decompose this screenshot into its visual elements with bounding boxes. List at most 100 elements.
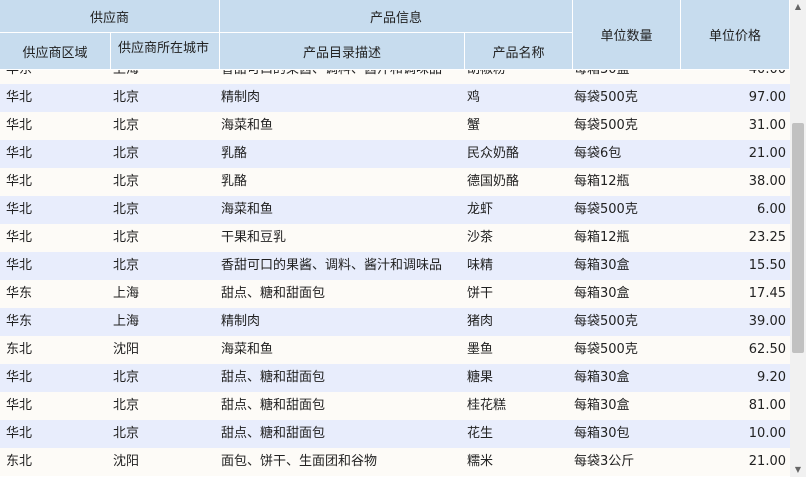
header-supplier-region[interactable]: 供应商区域: [0, 33, 111, 70]
cell-unit-qty: 每箱30包: [574, 426, 630, 441]
cell-region: 华北: [6, 90, 33, 105]
vertical-scrollbar[interactable]: ▲ ▼: [790, 0, 806, 477]
cell-unit-price: 39.00: [748, 314, 786, 329]
cell-region: 华北: [6, 118, 33, 133]
cell-unit-price: 15.50: [748, 258, 786, 273]
cell-city: 上海: [113, 286, 140, 301]
cell-unit-price: 40.00: [681, 70, 786, 84]
cell-unit-price: 21.00: [748, 146, 786, 161]
cell-product: 猪肉: [467, 314, 494, 329]
table-row[interactable]: 华北 北京 甜点、糖和甜面包 花生 每箱30包 10.00: [0, 420, 790, 448]
cell-region: 东北: [6, 342, 33, 357]
cell-category: 甜点、糖和甜面包: [221, 370, 326, 385]
cell-city: 上海: [113, 314, 140, 329]
cell-region: 华北: [6, 146, 33, 161]
cell-unit-qty: 每袋500克: [574, 314, 638, 329]
cell-region: 华北: [6, 230, 33, 245]
cell-unit-price: 81.00: [748, 398, 786, 413]
cell-city: 北京: [113, 174, 140, 189]
cell-category: 海菜和鱼: [221, 342, 274, 357]
cell-unit-price: 21.00: [748, 454, 786, 469]
cell-unit-qty: 每袋500克: [574, 118, 638, 133]
cell-unit-price: 31.00: [748, 118, 786, 133]
header-group-product[interactable]: 产品信息: [220, 0, 573, 33]
table-row[interactable]: 东北 沈阳 海菜和鱼 墨鱼 每袋500克 62.50: [0, 336, 790, 364]
data-grid: 供应商 产品信息 供应商区域 供应商所在城市 产品目录描述 产品名称 单位数量 …: [0, 0, 806, 477]
cell-unit-price: 17.45: [748, 286, 786, 301]
header-product-name[interactable]: 产品名称: [465, 33, 573, 70]
table-row[interactable]: 东北 沈阳 面包、饼干、生面团和谷物 糯米 每袋3公斤 21.00: [0, 448, 790, 476]
scroll-up-arrow-icon[interactable]: ▲: [790, 0, 806, 14]
cell-region: 华北: [6, 202, 33, 217]
cell-region: 华东: [6, 70, 106, 84]
cell-city: 北京: [113, 202, 140, 217]
cell-city: 北京: [113, 146, 140, 161]
cell-product: 民众奶酪: [467, 146, 520, 161]
cell-city: 北京: [113, 258, 140, 273]
cell-city: 北京: [113, 426, 140, 441]
cell-category: 乳酪: [221, 146, 248, 161]
header-group-supplier[interactable]: 供应商: [0, 0, 220, 33]
cell-unit-qty: 每箱30盒: [574, 70, 674, 84]
cell-category: 甜点、糖和甜面包: [221, 286, 326, 301]
cell-product: 沙茶: [467, 230, 494, 245]
table-row[interactable]: 华北 北京 乳酪 民众奶酪 每袋6包 21.00: [0, 140, 790, 168]
table-row[interactable]: 华北 北京 干果和豆乳 沙茶 每箱12瓶 23.25: [0, 224, 790, 252]
cell-category: 海菜和鱼: [221, 202, 274, 217]
cell-product: 鸡: [467, 90, 481, 105]
table-row[interactable]: 华东 上海 甜点、糖和甜面包 饼干 每箱30盒 17.45: [0, 280, 790, 308]
cell-category: 甜点、糖和甜面包: [221, 398, 326, 413]
cell-category: 精制肉: [221, 90, 261, 105]
table-row[interactable]: 华北 北京 精制肉 鸡 每袋500克 97.00: [0, 84, 790, 112]
cell-city: 沈阳: [113, 454, 140, 469]
grid-rows: 华东上海香甜可口的果酱、调料、酱汁和调味品胡椒粉每箱30盒40.00华北北京精制…: [0, 70, 790, 476]
header-category-desc[interactable]: 产品目录描述: [220, 33, 465, 70]
cell-unit-price: 10.00: [748, 426, 786, 441]
cell-unit-price: 23.25: [748, 230, 786, 245]
table-row[interactable]: 华北 北京 海菜和鱼 蟹 每袋500克 31.00: [0, 112, 790, 140]
cell-city: 北京: [113, 90, 140, 105]
cell-unit-qty: 每袋500克: [574, 342, 638, 357]
cell-unit-qty: 每袋500克: [574, 90, 638, 105]
cell-product: 墨鱼: [467, 342, 494, 357]
cell-unit-qty: 每袋3公斤: [574, 454, 635, 469]
cell-unit-qty: 每箱30盒: [574, 370, 630, 385]
cell-unit-qty: 每箱30盒: [574, 398, 630, 413]
cell-region: 华北: [6, 258, 33, 273]
table-row[interactable]: 华北 北京 甜点、糖和甜面包 桂花糕 每箱30盒 81.00: [0, 392, 790, 420]
cell-region: 华北: [6, 370, 33, 385]
table-row[interactable]: 华东 上海 精制肉 猪肉 每袋500克 39.00: [0, 308, 790, 336]
cell-region: 东北: [6, 454, 33, 469]
table-row[interactable]: 华北 北京 甜点、糖和甜面包 糖果 每箱30盒 9.20: [0, 364, 790, 392]
cell-product: 蟹: [467, 118, 481, 133]
cell-region: 华北: [6, 174, 33, 189]
table-row[interactable]: 华东上海香甜可口的果酱、调料、酱汁和调味品胡椒粉每箱30盒 40.00: [0, 70, 790, 84]
grid-body: 华东上海香甜可口的果酱、调料、酱汁和调味品胡椒粉每箱30盒40.00华北北京精制…: [0, 70, 790, 477]
scroll-down-arrow-icon[interactable]: ▼: [790, 463, 806, 477]
cell-product: 龙虾: [467, 202, 494, 217]
table-row[interactable]: 华北 北京 香甜可口的果酱、调料、酱汁和调味品 味精 每箱30盒 15.50: [0, 252, 790, 280]
header-unit-qty[interactable]: 单位数量: [573, 0, 681, 70]
cell-region: 华北: [6, 398, 33, 413]
table-row[interactable]: 华北 北京 海菜和鱼 龙虾 每袋500克 6.00: [0, 196, 790, 224]
cell-unit-price: 6.00: [757, 202, 786, 217]
cell-category: 面包、饼干、生面团和谷物: [221, 454, 378, 469]
cell-city: 上海: [113, 70, 213, 84]
cell-category: 香甜可口的果酱、调料、酱汁和调味品: [221, 258, 443, 273]
cell-category: 乳酪: [221, 174, 248, 189]
cell-product: 饼干: [467, 286, 494, 301]
cell-city: 沈阳: [113, 342, 140, 357]
cell-product: 糖果: [467, 370, 494, 385]
cell-unit-price: 9.20: [757, 370, 786, 385]
table-row[interactable]: 华北 北京 乳酪 德国奶酪 每箱12瓶 38.00: [0, 168, 790, 196]
cell-product: 胡椒粉: [467, 70, 567, 84]
header-unit-price[interactable]: 单位价格: [681, 0, 790, 70]
cell-unit-price: 38.00: [748, 174, 786, 189]
cell-product: 味精: [467, 258, 494, 273]
scrollbar-thumb[interactable]: [792, 123, 804, 353]
cell-category: 干果和豆乳: [221, 230, 287, 245]
cell-unit-qty: 每箱30盒: [574, 286, 630, 301]
cell-region: 华北: [6, 426, 33, 441]
header-supplier-city[interactable]: 供应商所在城市: [111, 33, 220, 70]
cell-category: 香甜可口的果酱、调料、酱汁和调味品: [221, 70, 461, 84]
